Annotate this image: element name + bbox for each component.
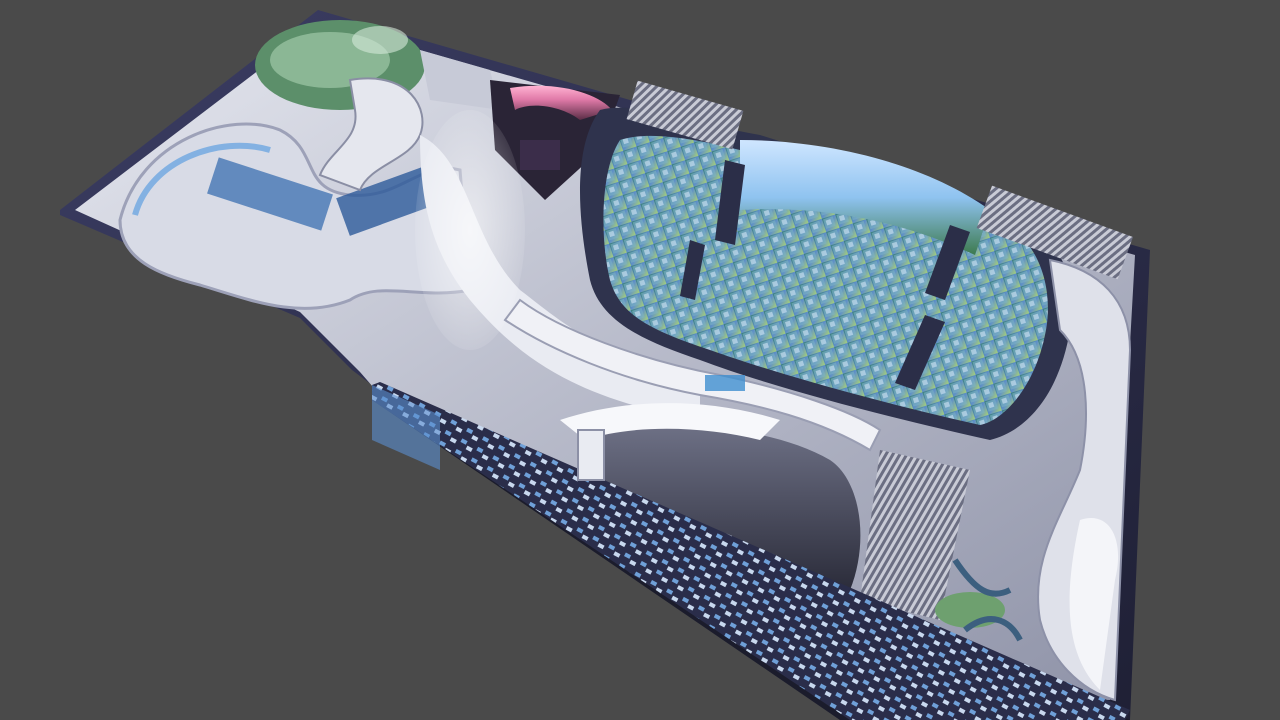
exhibition-hall-render <box>60 10 1150 720</box>
display-kiosk <box>577 429 605 481</box>
